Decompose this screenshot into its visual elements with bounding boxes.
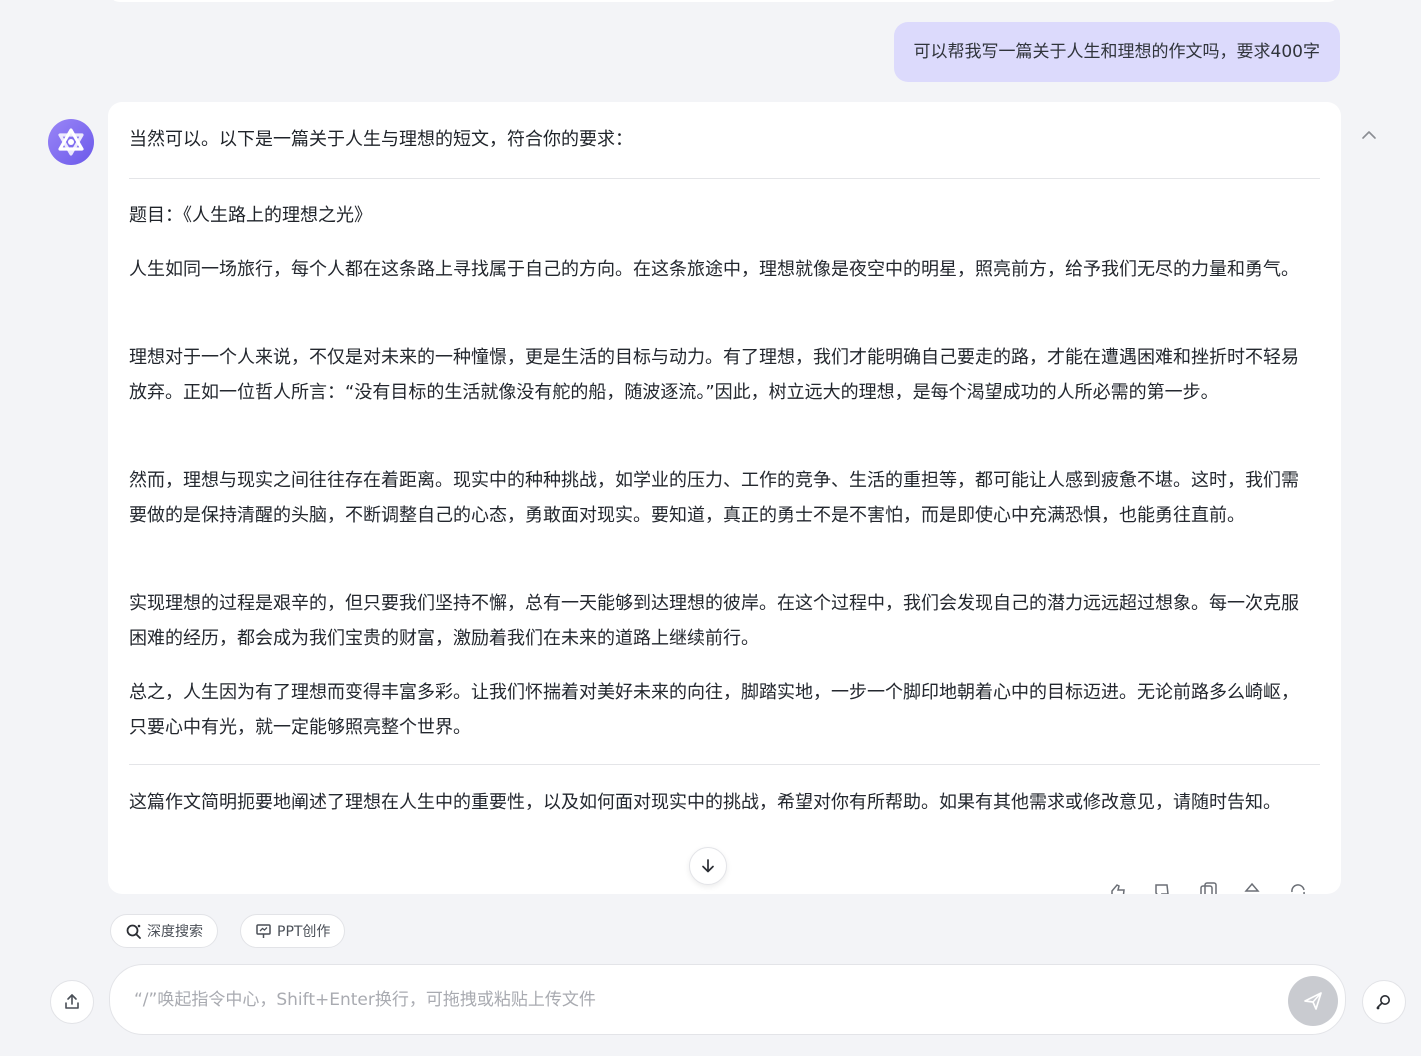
deep-search-chip[interactable]: 深度搜索 bbox=[110, 914, 218, 948]
essay-paragraph: 人生如同一场旅行，每个人都在这条路上寻找属于自己的方向。在这条旅途中，理想就像是… bbox=[129, 259, 1299, 280]
answer-closing: 这篇作文简明扼要地阐述了理想在人生中的重要性，以及如何面对现实中的挑战，希望对你… bbox=[129, 792, 1281, 813]
assistant-logo-icon bbox=[58, 128, 84, 156]
message-input[interactable] bbox=[134, 983, 1254, 1017]
arrow-down-icon bbox=[702, 859, 714, 873]
assistant-avatar bbox=[48, 119, 94, 165]
user-message-bubble: 可以帮我写一篇关于人生和理想的作文吗，要求400字 bbox=[893, 22, 1340, 82]
regenerate-icon[interactable] bbox=[1288, 882, 1308, 894]
tools-icon bbox=[1376, 995, 1390, 1010]
essay-paragraph: 然而，理想与现实之间往往存在着距离。现实中的种种挑战，如学业的压力、工作的竞争、… bbox=[129, 470, 1299, 526]
message-composer bbox=[109, 964, 1346, 1035]
send-icon bbox=[1304, 992, 1322, 1010]
thumbs-down-icon[interactable] bbox=[1152, 882, 1172, 894]
upload-button[interactable] bbox=[50, 980, 94, 1024]
assistant-answer-card: 当然可以。以下是一篇关于人生与理想的短文，符合你的要求： 题目：《人生路上的理想… bbox=[108, 102, 1341, 894]
deep-search-label: 深度搜索 bbox=[147, 924, 203, 940]
previous-message-card bbox=[108, 0, 1340, 2]
essay-paragraph: 实现理想的过程是艰辛的，但只要我们坚持不懈，总有一天能够到达理想的彼岸。在这个过… bbox=[129, 593, 1299, 649]
tools-button[interactable] bbox=[1362, 980, 1406, 1024]
message-actions bbox=[1100, 882, 1320, 894]
search-icon bbox=[126, 924, 141, 939]
scroll-to-bottom-button[interactable] bbox=[689, 847, 727, 885]
share-icon[interactable] bbox=[1242, 882, 1262, 894]
chat-page: 可以帮我写一篇关于人生和理想的作文吗，要求400字 当然可以。以下是一篇关于人生… bbox=[0, 0, 1421, 1056]
essay-paragraph: 理想对于一个人来说，不仅是对未来的一种憧憬，更是生活的目标与动力。有了理想，我们… bbox=[129, 347, 1299, 403]
ppt-creation-chip[interactable]: PPT创作 bbox=[240, 914, 346, 948]
divider bbox=[129, 178, 1320, 179]
essay-paragraph: 总之，人生因为有了理想而变得丰富多彩。让我们怀揣着对美好未来的向往，脚踏实地，一… bbox=[129, 682, 1299, 738]
ppt-creation-label: PPT创作 bbox=[277, 924, 331, 940]
essay-title: 题目：《人生路上的理想之光》 bbox=[129, 205, 372, 226]
copy-icon[interactable] bbox=[1198, 882, 1218, 894]
upload-icon bbox=[65, 994, 79, 1009]
send-button[interactable] bbox=[1288, 976, 1338, 1026]
thumbs-up-icon[interactable] bbox=[1108, 882, 1128, 894]
presentation-icon bbox=[256, 923, 271, 938]
chevron-up-icon bbox=[1362, 131, 1376, 139]
collapse-button[interactable] bbox=[1358, 124, 1380, 146]
divider bbox=[129, 764, 1320, 765]
answer-intro: 当然可以。以下是一篇关于人生与理想的短文，符合你的要求： bbox=[129, 129, 633, 150]
